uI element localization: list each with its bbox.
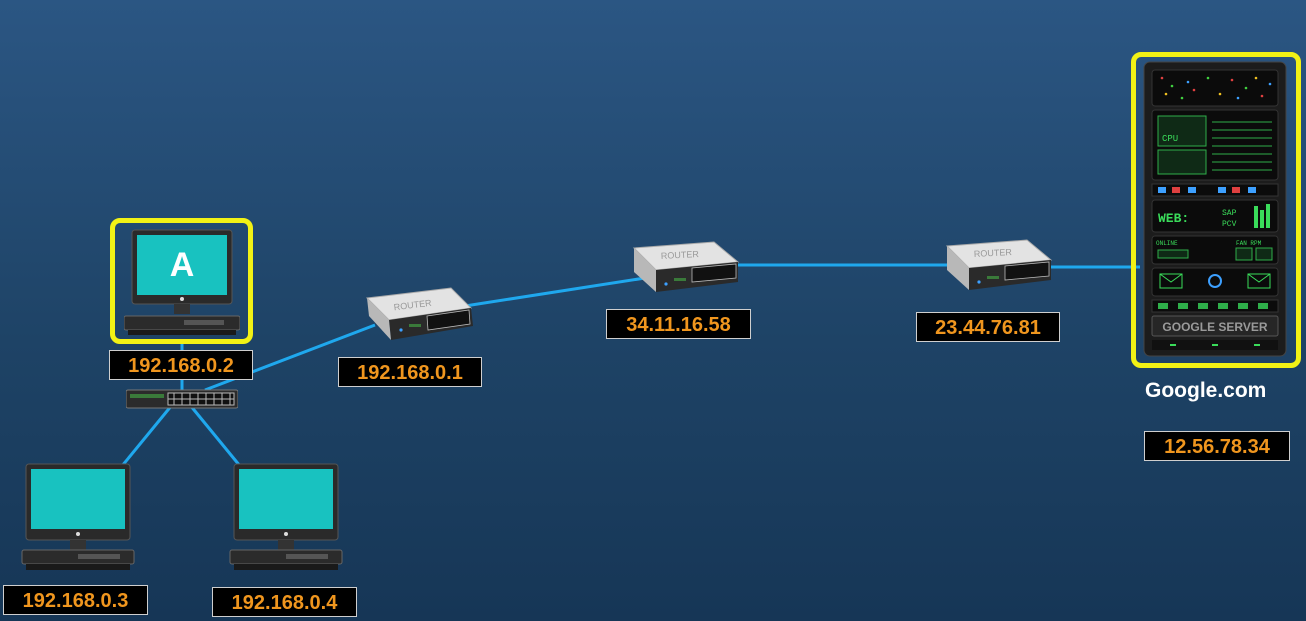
ip-192-168-0-3: 192.168.0.3	[3, 585, 148, 615]
router-3[interactable]: ROUTER	[943, 238, 1055, 296]
server-site-name: Google.com	[1145, 379, 1267, 402]
link-switch-pc-4	[188, 404, 242, 467]
router-1[interactable]: ROUTER	[365, 286, 477, 344]
server-nameplate: GOOGLE SERVER	[1162, 320, 1267, 334]
server-fan-label: FAN RPM	[1236, 240, 1262, 247]
router-3-label: ROUTER	[974, 247, 1013, 259]
google-server[interactable]: CPU WEB: SAP PCV ONLINE FAN RPM GOOGLE S…	[1142, 60, 1288, 358]
computer-192-168-0-4[interactable]	[228, 462, 344, 578]
computer-192-168-0-3[interactable]	[20, 462, 136, 578]
network-switch[interactable]	[126, 388, 238, 410]
ip-192-168-0-2: 192.168.0.2	[109, 350, 253, 380]
router-2-label: ROUTER	[661, 249, 700, 261]
server-online-label: ONLINE	[1156, 240, 1178, 247]
ip-23-44-76-81: 23.44.76.81	[916, 312, 1060, 342]
ip-12-56-78-34: 12.56.78.34	[1144, 431, 1290, 461]
link-router-1-router-2	[464, 276, 646, 308]
link-switch-pc-3	[120, 404, 174, 467]
router-2[interactable]: ROUTER	[630, 240, 742, 298]
ip-192-168-0-1: 192.168.0.1	[338, 357, 482, 387]
server-web-label: WEB:	[1158, 211, 1189, 226]
computer-a[interactable]: A	[124, 228, 240, 338]
ip-34-11-16-58: 34.11.16.58	[606, 309, 751, 339]
server-pcv-label: PCV	[1222, 220, 1237, 229]
server-cpu-label: CPU	[1162, 134, 1178, 144]
server-sap-label: SAP	[1222, 209, 1237, 218]
computer-a-letter: A	[170, 246, 195, 284]
ip-192-168-0-4: 192.168.0.4	[212, 587, 357, 617]
network-diagram: { "computers": [ {"ip": "192.168.0.2", "…	[0, 0, 1306, 621]
